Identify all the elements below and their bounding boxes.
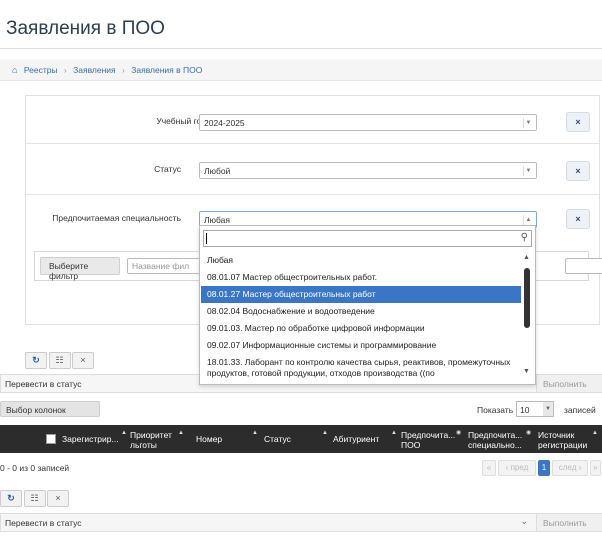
execute-button[interactable]: Выполнить — [536, 375, 602, 392]
clear-year-button[interactable]: × — [566, 112, 590, 132]
column-header-priority[interactable]: Приоритет льготы ▲ — [130, 425, 190, 453]
records-count: 0 - 0 из 0 записей — [0, 463, 70, 473]
prev-page-button[interactable]: ‹ пред — [498, 460, 536, 476]
dropdown-search-input[interactable]: ⚲ — [203, 230, 532, 247]
scroll-down-icon[interactable]: ▼ — [523, 368, 530, 375]
sort-icon: ▲ — [322, 430, 328, 436]
status-action-select[interactable]: Перевести в статус ⌄ — [1, 514, 536, 531]
status-select[interactable]: Любой ▼ — [199, 162, 537, 179]
columns-button[interactable]: ☷ — [23, 490, 46, 507]
filter-name-input[interactable]: Название фил — [127, 258, 210, 274]
page-size-select[interactable]: 10 ▼ — [516, 401, 554, 417]
table-header: Зарегистрир... ▲ Приоритет льготы ▲ Номе… — [0, 425, 602, 453]
sort-icon: ▲ — [178, 430, 184, 436]
chevron-down-icon: ▼ — [523, 166, 533, 176]
sort-icon: ▲ — [252, 430, 258, 436]
eye-icon: ◉ — [456, 430, 462, 436]
status-value: Любой — [204, 166, 231, 176]
breadcrumb-item-applications[interactable]: Заявления — [73, 65, 116, 75]
close-icon: × — [575, 117, 581, 127]
dropdown-option[interactable]: 09.01.03. Мастер по обработке цифровой и… — [201, 320, 521, 337]
sort-icon: ▲ — [391, 430, 397, 436]
refresh-button[interactable]: ↻ — [25, 352, 47, 369]
clear-specialty-button[interactable]: × — [566, 209, 590, 229]
text-cursor — [206, 233, 207, 245]
column-header-registered[interactable]: Зарегистрир... ▲ — [62, 425, 127, 453]
status-action-bar-bottom: Перевести в статус ⌄ Выполнить — [0, 513, 602, 532]
close-icon: × — [575, 214, 581, 224]
year-label: Учебный год — [156, 116, 206, 126]
clear-status-button[interactable]: × — [566, 161, 590, 181]
last-page-button[interactable]: » — [590, 460, 601, 476]
close-icon: × — [575, 166, 581, 176]
refresh-icon: ↻ — [32, 355, 40, 365]
year-select[interactable]: 2024-2025 ▼ — [199, 114, 537, 131]
breadcrumb-separator: › — [122, 65, 125, 75]
next-page-button[interactable]: след › — [552, 460, 588, 476]
refresh-button[interactable]: ↻ — [0, 490, 22, 507]
close-icon: × — [80, 355, 86, 365]
clear-table-button[interactable]: × — [72, 352, 95, 369]
execute-button[interactable]: Выполнить — [536, 514, 602, 531]
column-header-preferred-poo[interactable]: Предпочита... ПОО ◉ — [401, 425, 461, 453]
sort-icon: ▲ — [121, 430, 127, 436]
scroll-up-icon[interactable]: ▲ — [523, 254, 530, 261]
columns-icon: ☷ — [30, 493, 39, 503]
scroll-thumb[interactable] — [524, 268, 530, 328]
column-header-source[interactable]: Источник регистрации ▲ — [538, 425, 598, 453]
row-divider — [26, 194, 599, 195]
eye-icon: ◉ — [526, 430, 532, 436]
sort-icon: ▲ — [592, 430, 598, 436]
show-label: Показать — [477, 405, 514, 415]
choose-columns-button[interactable]: Выбор колонок — [0, 401, 100, 417]
chevron-down-icon: ⌄ — [520, 516, 528, 526]
table-toolbar-bottom: ↻ ☷ × — [0, 490, 70, 507]
row-divider — [26, 143, 599, 144]
column-header-preferred-specialty[interactable]: Предпочита... специально... ◉ — [468, 425, 532, 453]
column-header-number[interactable]: Номер ▲ — [196, 425, 258, 453]
filter-select[interactable]: ▼ — [565, 258, 602, 274]
home-icon[interactable]: ⌂ — [12, 65, 17, 75]
title-divider — [0, 48, 602, 49]
dropdown-option[interactable]: 09.02.07 Информационные системы и програ… — [201, 337, 521, 354]
chevron-up-icon: ▲ — [523, 215, 533, 225]
records-label: записей — [564, 405, 596, 415]
specialty-dropdown: ⚲ Любая 08.01.07 Мастер общестроительных… — [199, 225, 536, 385]
dropdown-option[interactable]: 08.01.07 Мастер общестроительных работ. — [201, 269, 521, 286]
dropdown-option[interactable]: Любая — [201, 252, 521, 269]
clear-table-button[interactable]: × — [47, 490, 70, 507]
current-page-button[interactable]: 1 — [538, 460, 550, 476]
year-value: 2024-2025 — [204, 118, 245, 128]
column-header-status[interactable]: Статус ▲ — [264, 425, 329, 453]
column-header-applicant[interactable]: Абитуриент ▲ — [333, 425, 397, 453]
specialty-label: Предпочитаемая специальность — [52, 213, 181, 223]
choose-filter-button[interactable]: Выберите фильтр — [40, 257, 120, 281]
columns-icon: ☷ — [55, 355, 64, 365]
breadcrumb-item-registries[interactable]: Реестры — [24, 65, 58, 75]
first-page-button[interactable]: « — [482, 460, 496, 476]
refresh-icon: ↻ — [7, 493, 15, 503]
dropdown-option-selected[interactable]: 08.01.27 Мастер общестроительных работ — [201, 286, 521, 303]
table-toolbar: ↻ ☷ × — [25, 352, 95, 369]
close-icon: × — [55, 493, 61, 503]
dropdown-option[interactable]: 18.01.33. Лаборант по контролю качества … — [201, 354, 521, 382]
columns-button[interactable]: ☷ — [48, 352, 71, 369]
page-title: Заявления в ПОО — [6, 18, 165, 39]
breadcrumb-separator: › — [63, 65, 67, 75]
dropdown-option[interactable]: 08.02.04 Водоснабжение и водоотведение — [201, 303, 521, 320]
breadcrumb-item-current: Заявления в ПОО — [131, 65, 203, 75]
chevron-down-icon: ▼ — [523, 118, 533, 128]
status-label: Статус — [154, 164, 181, 174]
dropdown-options: Любая 08.01.07 Мастер общестроительных р… — [201, 252, 521, 382]
chevron-down-icon: ▼ — [543, 402, 553, 416]
specialty-value: Любая — [204, 215, 230, 225]
select-all-checkbox[interactable] — [46, 434, 56, 444]
search-icon: ⚲ — [520, 232, 528, 243]
breadcrumb: ⌂ Реестры › Заявления › Заявления в ПОО — [0, 59, 602, 81]
dropdown-scrollbar[interactable]: ▲ ▼ — [521, 252, 533, 380]
